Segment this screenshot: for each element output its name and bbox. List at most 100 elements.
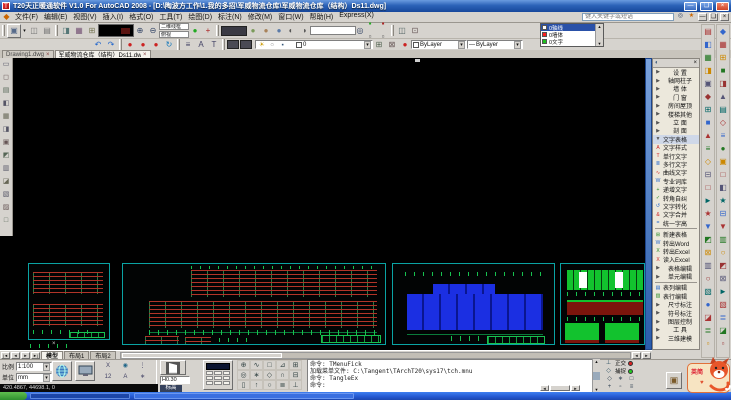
tool-icon[interactable]: □: [717, 168, 729, 181]
palette-item[interactable]: =统一字高: [653, 219, 699, 227]
tool-icon[interactable]: ▼: [702, 220, 714, 233]
tab-close-icon[interactable]: ×: [143, 52, 147, 58]
dropdown-arrow-icon[interactable]: ▾: [458, 41, 465, 49]
toolbar-grip[interactable]: [222, 39, 225, 50]
menu-item[interactable]: 窗口(W): [275, 12, 306, 22]
redo-icon[interactable]: ↷: [105, 40, 117, 50]
dark-tool-button[interactable]: [240, 40, 252, 49]
tool-icon[interactable]: ∗: [250, 370, 263, 380]
scroll-up-icon[interactable]: ▲: [593, 359, 600, 364]
tool-icon[interactable]: ■: [702, 116, 714, 129]
tool-icon[interactable]: ≣: [276, 380, 289, 390]
shade-icon[interactable]: ◐: [285, 25, 297, 37]
tool-icon[interactable]: ≡: [702, 142, 714, 155]
scroll-right-icon[interactable]: ►: [642, 352, 651, 359]
tool-icon[interactable]: ▤: [702, 25, 714, 38]
tool-icon[interactable]: ▫: [717, 337, 729, 350]
toolbar-grip[interactable]: [391, 25, 394, 36]
tool-icon[interactable]: +: [604, 383, 615, 391]
status-on-icon[interactable]: ▪: [364, 18, 376, 30]
tool-icon[interactable]: ◻: [1, 71, 12, 84]
scroll-right-icon[interactable]: ►: [571, 385, 580, 391]
menu-item[interactable]: 绘图(D): [185, 12, 215, 22]
text-icon[interactable]: T: [208, 40, 220, 50]
scroll-down-icon[interactable]: ▼: [596, 41, 603, 46]
toolbar-grip[interactable]: [177, 39, 180, 50]
tool-icon[interactable]: ◩: [717, 259, 729, 272]
tool-icon[interactable]: ◧: [1, 97, 12, 110]
tool-icon[interactable]: ▲: [717, 90, 729, 103]
text-style-icon[interactable]: A: [195, 40, 207, 50]
tool-icon[interactable]: □: [626, 375, 637, 383]
status-off-icon[interactable]: ▪: [377, 18, 389, 30]
tool-icon[interactable]: □: [1, 214, 12, 227]
tool-icon[interactable]: ⊟: [702, 168, 714, 181]
palette-tool-icon[interactable]: ▣: [8, 25, 20, 37]
scale-combo[interactable]: 1:100▾: [16, 362, 52, 371]
toggle-on-icon[interactable]: ●: [189, 25, 201, 37]
tool-icon[interactable]: ◆: [717, 25, 729, 38]
menu-item[interactable]: 插入(I): [100, 12, 127, 22]
mtext-icon[interactable]: ≡: [182, 40, 194, 50]
view-combo[interactable]: 二维线框: [159, 23, 189, 30]
block-icon[interactable]: ⊠: [386, 40, 398, 50]
tool-icon[interactable]: ∗: [135, 372, 151, 383]
elevation-tab[interactable]: 标高: [160, 385, 182, 392]
tool-icon[interactable]: ◨: [1, 123, 12, 136]
tool-icon[interactable]: A: [117, 372, 133, 383]
tool-icon[interactable]: ⊟: [717, 207, 729, 220]
tool-icon[interactable]: ★: [717, 194, 729, 207]
clipboard-button[interactable]: ▣: [666, 372, 682, 389]
globe-button[interactable]: [52, 361, 72, 381]
command-scrollbar[interactable]: ▲▼: [592, 359, 600, 392]
collapse-icon[interactable]: ◐: [655, 60, 659, 66]
dropdown-arrow-icon[interactable]: ▾: [43, 363, 50, 371]
tool-icon[interactable]: X: [100, 361, 116, 372]
menu-item[interactable]: 格式(O): [126, 12, 156, 22]
toolbar-grip[interactable]: [216, 25, 219, 36]
scroll-left-icon[interactable]: ◄: [540, 385, 549, 391]
tab-close-icon[interactable]: ×: [46, 52, 50, 58]
menu-item[interactable]: 标注(N): [215, 12, 245, 22]
palette-close-icon[interactable]: ×: [693, 60, 697, 66]
add-icon[interactable]: +: [202, 25, 214, 37]
tool-icon[interactable]: ○: [717, 246, 729, 259]
tool-icon[interactable]: ▭: [1, 58, 12, 71]
tool-icon[interactable]: ○: [263, 380, 276, 390]
minimize-button[interactable]: —: [684, 2, 697, 11]
window-icon[interactable]: ◫: [396, 25, 408, 37]
mdi-restore-button[interactable]: ❏: [709, 13, 718, 21]
render-icon[interactable]: ●: [247, 25, 259, 37]
search-icon[interactable]: ◎: [676, 13, 685, 21]
linetype-combo[interactable]: — ByLayer ▾: [467, 40, 523, 49]
zoom-in-icon[interactable]: ⊕: [134, 25, 146, 37]
tool-icon[interactable]: ◇: [702, 155, 714, 168]
dropdown-arrow-icon[interactable]: ▾: [364, 41, 371, 49]
restore-button[interactable]: ❏: [700, 2, 713, 11]
visual-style-preview[interactable]: [98, 24, 134, 37]
tool-icon[interactable]: ⊟: [289, 370, 302, 380]
table-icon[interactable]: ⊞: [373, 40, 385, 50]
tool-icon[interactable]: ▦: [717, 38, 729, 51]
record-icon[interactable]: ●: [137, 40, 149, 50]
material-search-field[interactable]: [310, 26, 356, 35]
menu-item[interactable]: 修改(M): [245, 12, 276, 22]
tool-icon[interactable]: ∿: [250, 360, 263, 370]
menu-item[interactable]: 编辑(E): [41, 12, 70, 22]
tool-icon[interactable]: ◧: [717, 181, 729, 194]
tool-icon[interactable]: ▲: [702, 129, 714, 142]
tool-icon[interactable]: ▥: [1, 162, 12, 175]
tool-icon[interactable]: ▼: [717, 220, 729, 233]
tool-icon[interactable]: ∗: [615, 375, 626, 383]
tool-icon[interactable]: ▧: [717, 298, 729, 311]
layout-icon[interactable]: ⊞: [86, 25, 98, 37]
toolbar-grip[interactable]: [2, 25, 5, 36]
refresh-icon[interactable]: ↻: [163, 40, 175, 50]
tool-icon[interactable]: ≣: [717, 311, 729, 324]
tool-icon[interactable]: ▧: [702, 285, 714, 298]
undo-icon[interactable]: ↶: [92, 40, 104, 50]
palette-item[interactable]: ▶三维建模: [653, 334, 699, 342]
tool-icon[interactable]: ●: [702, 298, 714, 311]
tool-icon[interactable]: ≡: [717, 129, 729, 142]
tool-icon[interactable]: ≣: [702, 324, 714, 337]
